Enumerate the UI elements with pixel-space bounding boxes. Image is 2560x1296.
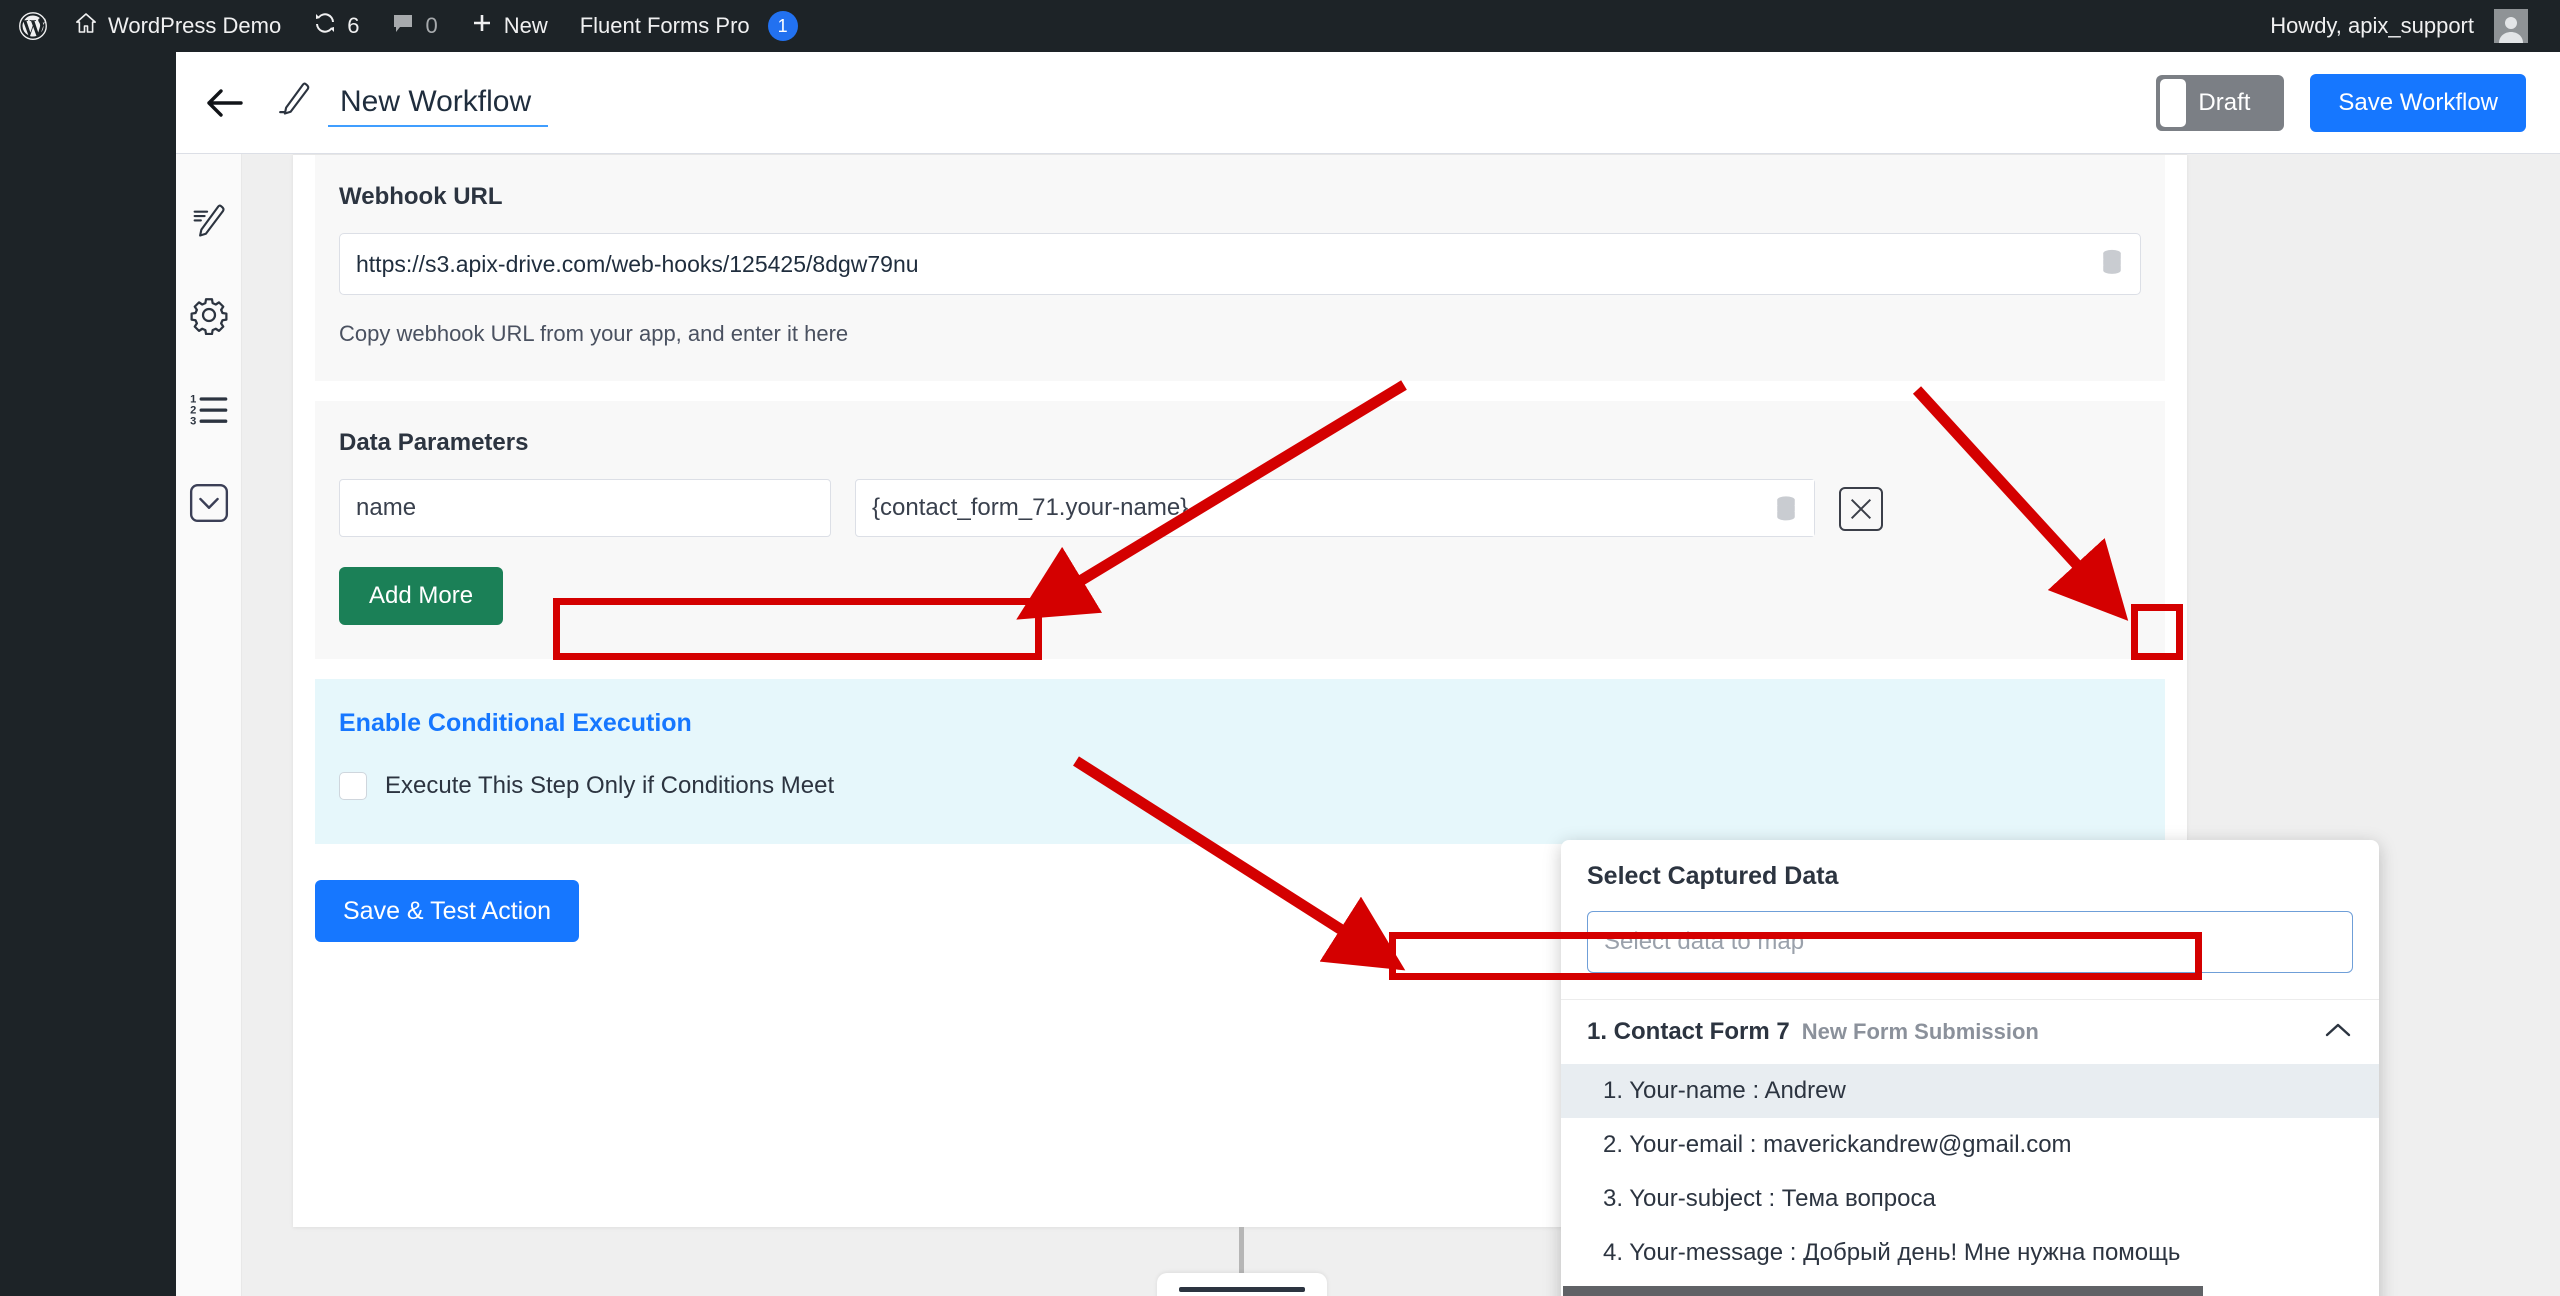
numbered-list-icon: 1 2 3 [189, 392, 229, 431]
comments-count: 0 [425, 13, 438, 38]
workflow-canvas: 1 2 3 Webhook URL https://s3.apix-drive.… [176, 154, 2560, 1296]
sidebar-item-edit[interactable] [176, 176, 242, 270]
parameter-row [339, 479, 2141, 537]
toggle-knob [2160, 78, 2187, 127]
next-node-stub[interactable] [1157, 1273, 1327, 1296]
fluent-forms-badge: 1 [767, 11, 798, 41]
avatar [2494, 9, 2528, 43]
workflow-header: New Workflow Draft Save Workflow [176, 52, 2560, 154]
conditional-checkbox-row: Execute This Step Only if Conditions Mee… [339, 772, 2141, 800]
parameter-value-field [855, 479, 1815, 537]
list-item[interactable]: 1. Your-name : Andrew [1561, 1064, 2379, 1118]
chevron-down-box-icon [188, 482, 230, 529]
captured-data-group-subtitle: New Form Submission [1801, 1019, 2039, 1044]
captured-data-group-name: 1. Contact Form 7 [1587, 1018, 1790, 1045]
scrollbar-thumb[interactable] [1563, 1286, 2203, 1296]
draft-label: Draft [2198, 88, 2251, 116]
value-database-picker-button[interactable] [1758, 480, 1814, 536]
app-root: WordPress Demo 6 0 New Fluent Forms Pro … [0, 0, 2560, 1296]
header-actions: Draft Save Workflow [2156, 73, 2560, 132]
captured-data-horizontal-scrollbar[interactable] [1561, 1286, 2379, 1296]
list-item[interactable]: 4. Your-message : Добрый день! Мне нужна… [1561, 1226, 2379, 1280]
workflow-title-group: New Workflow [274, 79, 548, 127]
svg-text:3: 3 [190, 415, 196, 425]
list-item[interactable]: 3. Your-subject : Тема вопроса [1561, 1172, 2379, 1226]
arrow-left-icon [207, 88, 243, 117]
conditional-execution-panel: Enable Conditional Execution Execute Thi… [315, 679, 2165, 844]
back-button[interactable] [198, 76, 252, 130]
my-account-menu[interactable]: Howdy, apix_support [2254, 0, 2560, 52]
plus-icon [470, 11, 494, 41]
parameter-key-field [339, 479, 831, 537]
chevron-up-icon[interactable] [2323, 1020, 2353, 1045]
wp-logo-menu[interactable] [0, 0, 58, 52]
captured-data-group-header[interactable]: 1. Contact Form 7 New Form Submission [1561, 1000, 2379, 1064]
new-content-menu[interactable]: New [454, 0, 564, 52]
captured-data-header: Select Captured Data [1561, 840, 2379, 1000]
add-more-button[interactable]: Add More [339, 567, 504, 625]
database-icon[interactable] [2097, 247, 2127, 282]
captured-data-list: 1. Your-name : Andrew 2. Your-email : ma… [1561, 1064, 2379, 1296]
fluent-forms-menu[interactable]: Fluent Forms Pro 1 [564, 0, 814, 52]
wp-admin-menu-rail [0, 52, 176, 1296]
draft-status-toggle[interactable]: Draft [2156, 74, 2285, 131]
sidebar-item-collapse[interactable] [176, 458, 242, 552]
execute-conditions-checkbox[interactable] [339, 772, 367, 800]
captured-data-title: Select Captured Data [1587, 862, 1839, 890]
webhook-url-input[interactable] [339, 233, 2141, 295]
database-icon [1777, 496, 1795, 521]
save-and-test-action-button[interactable]: Save & Test Action [315, 880, 579, 942]
captured-data-dropdown: Select Captured Data 1. Contact Form 7 N… [1561, 840, 2379, 1296]
data-parameters-title: Data Parameters [339, 429, 529, 456]
comments-menu[interactable]: 0 [375, 0, 453, 52]
updates-icon [313, 11, 337, 41]
captured-data-search-input[interactable] [1587, 911, 2353, 973]
sidebar-item-steps[interactable]: 1 2 3 [176, 364, 242, 458]
updates-count: 6 [347, 13, 360, 38]
new-content-label: New [503, 13, 548, 38]
site-name-label: WordPress Demo [108, 13, 282, 38]
updates-menu[interactable]: 6 [297, 0, 375, 52]
execute-conditions-label: Execute This Step Only if Conditions Mee… [385, 772, 835, 799]
webhook-url-label: Webhook URL [339, 183, 503, 210]
comment-bubble-icon [391, 11, 415, 41]
wordpress-logo-icon [18, 11, 48, 41]
save-workflow-button[interactable]: Save Workflow [2310, 73, 2526, 132]
home-icon [74, 11, 98, 41]
data-parameters-panel: Data Parameters name {contact_form_71.yo… [315, 401, 2165, 659]
conditional-execution-title: Enable Conditional Execution [339, 709, 692, 737]
close-icon [1850, 498, 1872, 520]
webhook-url-panel: Webhook URL Copy webhook URL from your a… [315, 155, 2165, 381]
gear-icon [189, 295, 229, 340]
edit-pencil-icon[interactable] [274, 79, 314, 127]
fluent-forms-label: Fluent Forms Pro [579, 13, 750, 38]
parameter-value-input[interactable] [855, 479, 1815, 537]
wp-admin-bar: WordPress Demo 6 0 New Fluent Forms Pro … [0, 0, 2560, 52]
list-item[interactable]: 2. Your-email : maverickandrew@gmail.com [1561, 1118, 2379, 1172]
remove-parameter-button[interactable] [1839, 487, 1883, 531]
webhook-url-field [339, 233, 2141, 295]
howdy-label: Howdy, apix_support [2270, 13, 2474, 38]
site-name-menu[interactable]: WordPress Demo [58, 0, 297, 52]
editor-tool-rail: 1 2 3 [176, 154, 242, 1296]
sidebar-item-settings[interactable] [176, 270, 242, 364]
workflow-title-input[interactable]: New Workflow [328, 85, 548, 127]
edit-pencil-icon [189, 201, 229, 246]
parameter-key-input[interactable] [339, 479, 831, 537]
webhook-url-help-text: Copy webhook URL from your app, and ente… [339, 321, 849, 346]
